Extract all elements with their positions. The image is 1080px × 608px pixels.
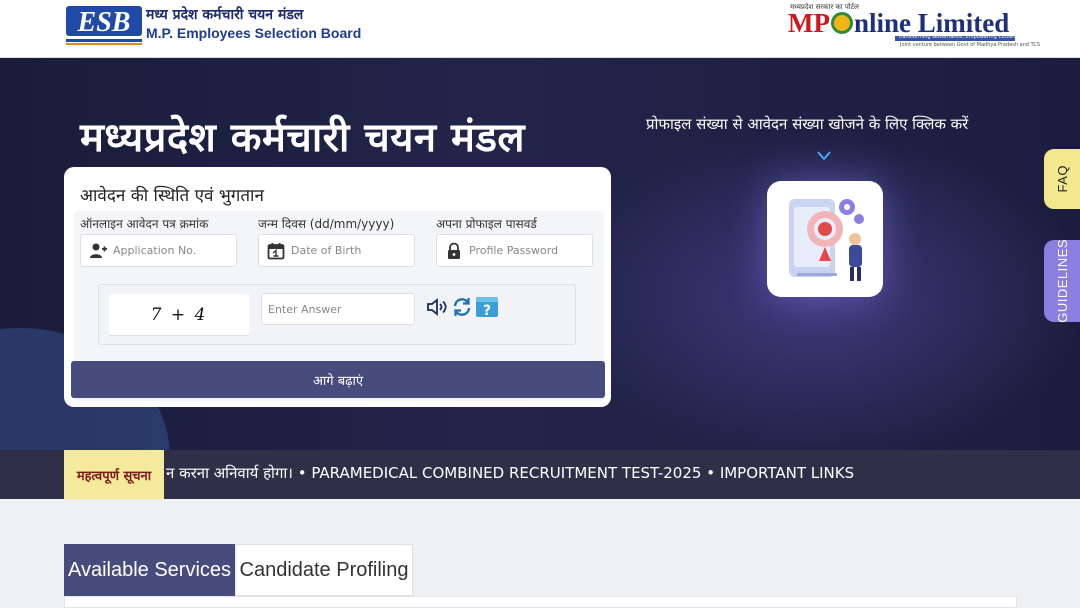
captcha-question: 7 + 4 [109,294,249,336]
captcha-section: 7 + 4 ? [98,284,576,345]
mp-slogan: Transforming Governance, Empowering Citi… [898,34,1019,40]
submit-button[interactable]: आगे बढ़ाएं [71,361,605,398]
tab-content-panel [64,596,1017,608]
tab-available-services[interactable]: Available Services [64,544,235,596]
tab-candidate-profiling[interactable]: Candidate Profiling [235,544,413,596]
profile-search-illustration-icon [789,199,864,281]
news-ticker: महत्वपूर्ण सूचना न करना अनिवार्य होगा। •… [0,450,1080,499]
application-status-form: आवेदन की स्थिति एवं भुगतान ऑनलाइन आवेदन … [64,167,611,407]
site-header: ESB मध्य प्रदेश कर्मचारी चयन मंडल M.P. E… [0,0,1080,58]
hero-banner: मध्यप्रदेश कर्मचारी चयन मंडल प्रोफाइल सं… [0,58,1080,450]
esb-title: मध्य प्रदेश कर्मचारी चयन मंडल M.P. Emplo… [146,6,361,42]
application-no-input[interactable] [113,244,233,257]
application-no-field[interactable] [80,234,237,267]
lock-icon [448,242,460,259]
password-label: अपना प्रोफाइल पासवर्ड [436,217,537,231]
password-input[interactable] [469,244,589,257]
captcha-answer-input[interactable] [261,293,415,325]
faq-label: FAQ [1054,165,1070,193]
form-title: आवेदन की स्थिति एवं भुगतान [80,186,264,206]
dob-label: जन्म दिवस (dd/mm/yyyy) [258,217,395,231]
esb-logo-text: ESB [77,7,131,38]
refresh-icon[interactable] [450,295,474,319]
mp-brand-red: MP [788,8,830,38]
ticker-label: महत्वपूर्ण सूचना [64,450,164,499]
calendar-icon [267,242,285,259]
chevron-down-icon [817,151,831,161]
dob-field[interactable] [258,234,415,267]
profile-search-link[interactable]: प्रोफाइल संख्या से आवेदन संख्या खोजने के… [646,114,968,134]
guidelines-tab[interactable]: GUIDELINES [1044,239,1080,323]
user-plus-icon [90,243,107,258]
mp-subtitle: Joint venture between Govt of Madhya Pra… [900,42,1041,48]
svg-text:?: ? [483,303,491,319]
speaker-icon[interactable] [425,295,449,319]
profile-search-card[interactable] [767,181,883,297]
esb-logo[interactable]: ESB [66,4,142,46]
esb-name-hindi: मध्य प्रदेश कर्मचारी चयन मंडल [146,7,304,23]
ticker-text[interactable]: न करना अनिवार्य होगा। • PARAMEDICAL COMB… [166,463,854,483]
password-field[interactable] [436,234,593,267]
services-section: Available Services Candidate Profiling [0,499,1080,608]
dob-input[interactable] [291,244,411,257]
application-no-label: ऑनलाइन आवेदन पत्र क्रमांक [80,217,209,231]
help-icon[interactable]: ? [474,295,500,321]
faq-tab[interactable]: FAQ [1044,149,1080,209]
hero-title: मध्यप्रदेश कर्मचारी चयन मंडल [80,115,525,161]
esb-name-english: M.P. Employees Selection Board [146,25,362,41]
mp-o-emblem-icon [830,12,853,34]
guidelines-label: GUIDELINES [1054,239,1070,323]
